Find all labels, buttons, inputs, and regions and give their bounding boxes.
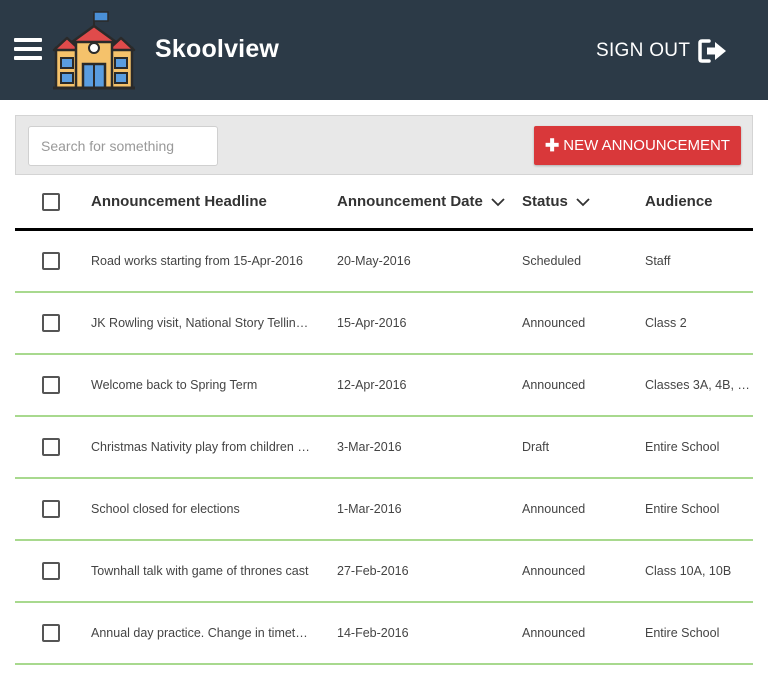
toolbar: ✚ NEW ANNOUNCEMENT	[15, 115, 753, 175]
row-date: 20-May-2016	[337, 254, 411, 268]
row-status: Announced	[522, 502, 586, 516]
row-status: Announced	[522, 378, 586, 392]
app-header: Skoolview SIGN OUT	[0, 0, 768, 100]
row-checkbox[interactable]	[42, 624, 60, 642]
row-status: Announced	[522, 564, 586, 578]
school-building-logo	[52, 11, 136, 90]
row-date: 14-Feb-2016	[337, 626, 409, 640]
row-headline: Christmas Nativity play from children of…	[91, 440, 313, 454]
table-row[interactable]: Annual day practice. Change in timetable…	[15, 603, 753, 665]
new-announcement-button[interactable]: ✚ NEW ANNOUNCEMENT	[534, 126, 741, 165]
row-audience: Entire School	[645, 440, 720, 454]
new-announcement-label: NEW ANNOUNCEMENT	[563, 137, 730, 154]
row-audience: Class 10A, 10B	[645, 564, 732, 578]
row-status: Announced	[522, 316, 586, 330]
column-header-audience: Audience	[645, 193, 713, 210]
row-headline: Townhall talk with game of thrones cast	[91, 564, 309, 578]
row-date: 12-Apr-2016	[337, 378, 407, 392]
sign-out-icon	[698, 39, 727, 63]
row-audience: Staff	[645, 254, 671, 268]
column-header-status[interactable]: Status	[522, 175, 632, 228]
table-row[interactable]: Christmas Nativity play from children of…	[15, 417, 753, 479]
table-row[interactable]: Welcome back to Spring Term 12-Apr-2016 …	[15, 355, 753, 417]
row-checkbox[interactable]	[42, 562, 60, 580]
table-row[interactable]: Road works starting from 15-Apr-2016 20-…	[15, 231, 753, 293]
column-header-date[interactable]: Announcement Date	[337, 175, 507, 228]
column-header-status-label: Status	[522, 193, 568, 210]
row-date: 27-Feb-2016	[337, 564, 409, 578]
row-checkbox[interactable]	[42, 376, 60, 394]
row-headline: Annual day practice. Change in timetable	[91, 626, 313, 640]
chevron-down-icon	[491, 197, 505, 206]
hamburger-menu-icon[interactable]	[14, 38, 42, 62]
row-audience: Classes 3A, 4B, 5C	[645, 378, 751, 392]
row-date: 3-Mar-2016	[337, 440, 402, 454]
row-checkbox[interactable]	[42, 438, 60, 456]
row-audience: Entire School	[645, 502, 720, 516]
chevron-down-icon	[576, 197, 590, 206]
row-checkbox[interactable]	[42, 252, 60, 270]
table-row[interactable]: JK Rowling visit, National Story Telling…	[15, 293, 753, 355]
row-audience: Entire School	[645, 626, 720, 640]
announcements-table: Announcement Headline Announcement Date …	[15, 175, 753, 665]
sign-out-label: SIGN OUT	[596, 40, 691, 61]
column-header-headline: Announcement Headline	[91, 193, 267, 210]
table-row[interactable]: Townhall talk with game of thrones cast …	[15, 541, 753, 603]
row-date: 15-Apr-2016	[337, 316, 407, 330]
plus-icon: ✚	[545, 135, 560, 155]
row-checkbox[interactable]	[42, 500, 60, 518]
search-input[interactable]	[28, 126, 218, 166]
select-all-checkbox[interactable]	[42, 192, 60, 211]
sign-out-button[interactable]: SIGN OUT	[596, 36, 728, 66]
row-status: Scheduled	[522, 254, 582, 268]
row-status: Announced	[522, 626, 586, 640]
row-headline: Road works starting from 15-Apr-2016	[91, 254, 303, 268]
row-headline: Welcome back to Spring Term	[91, 378, 258, 392]
row-headline: School closed for elections	[91, 502, 240, 516]
row-headline: JK Rowling visit, National Story Telling…	[91, 316, 313, 330]
table-row[interactable]: School closed for elections 1-Mar-2016 A…	[15, 479, 753, 541]
app-title: Skoolview	[155, 35, 280, 63]
row-audience: Class 2	[645, 316, 687, 330]
row-checkbox[interactable]	[42, 314, 60, 332]
row-date: 1-Mar-2016	[337, 502, 402, 516]
row-status: Draft	[522, 440, 550, 454]
table-header-row: Announcement Headline Announcement Date …	[15, 175, 753, 231]
column-header-date-label: Announcement Date	[337, 193, 483, 210]
